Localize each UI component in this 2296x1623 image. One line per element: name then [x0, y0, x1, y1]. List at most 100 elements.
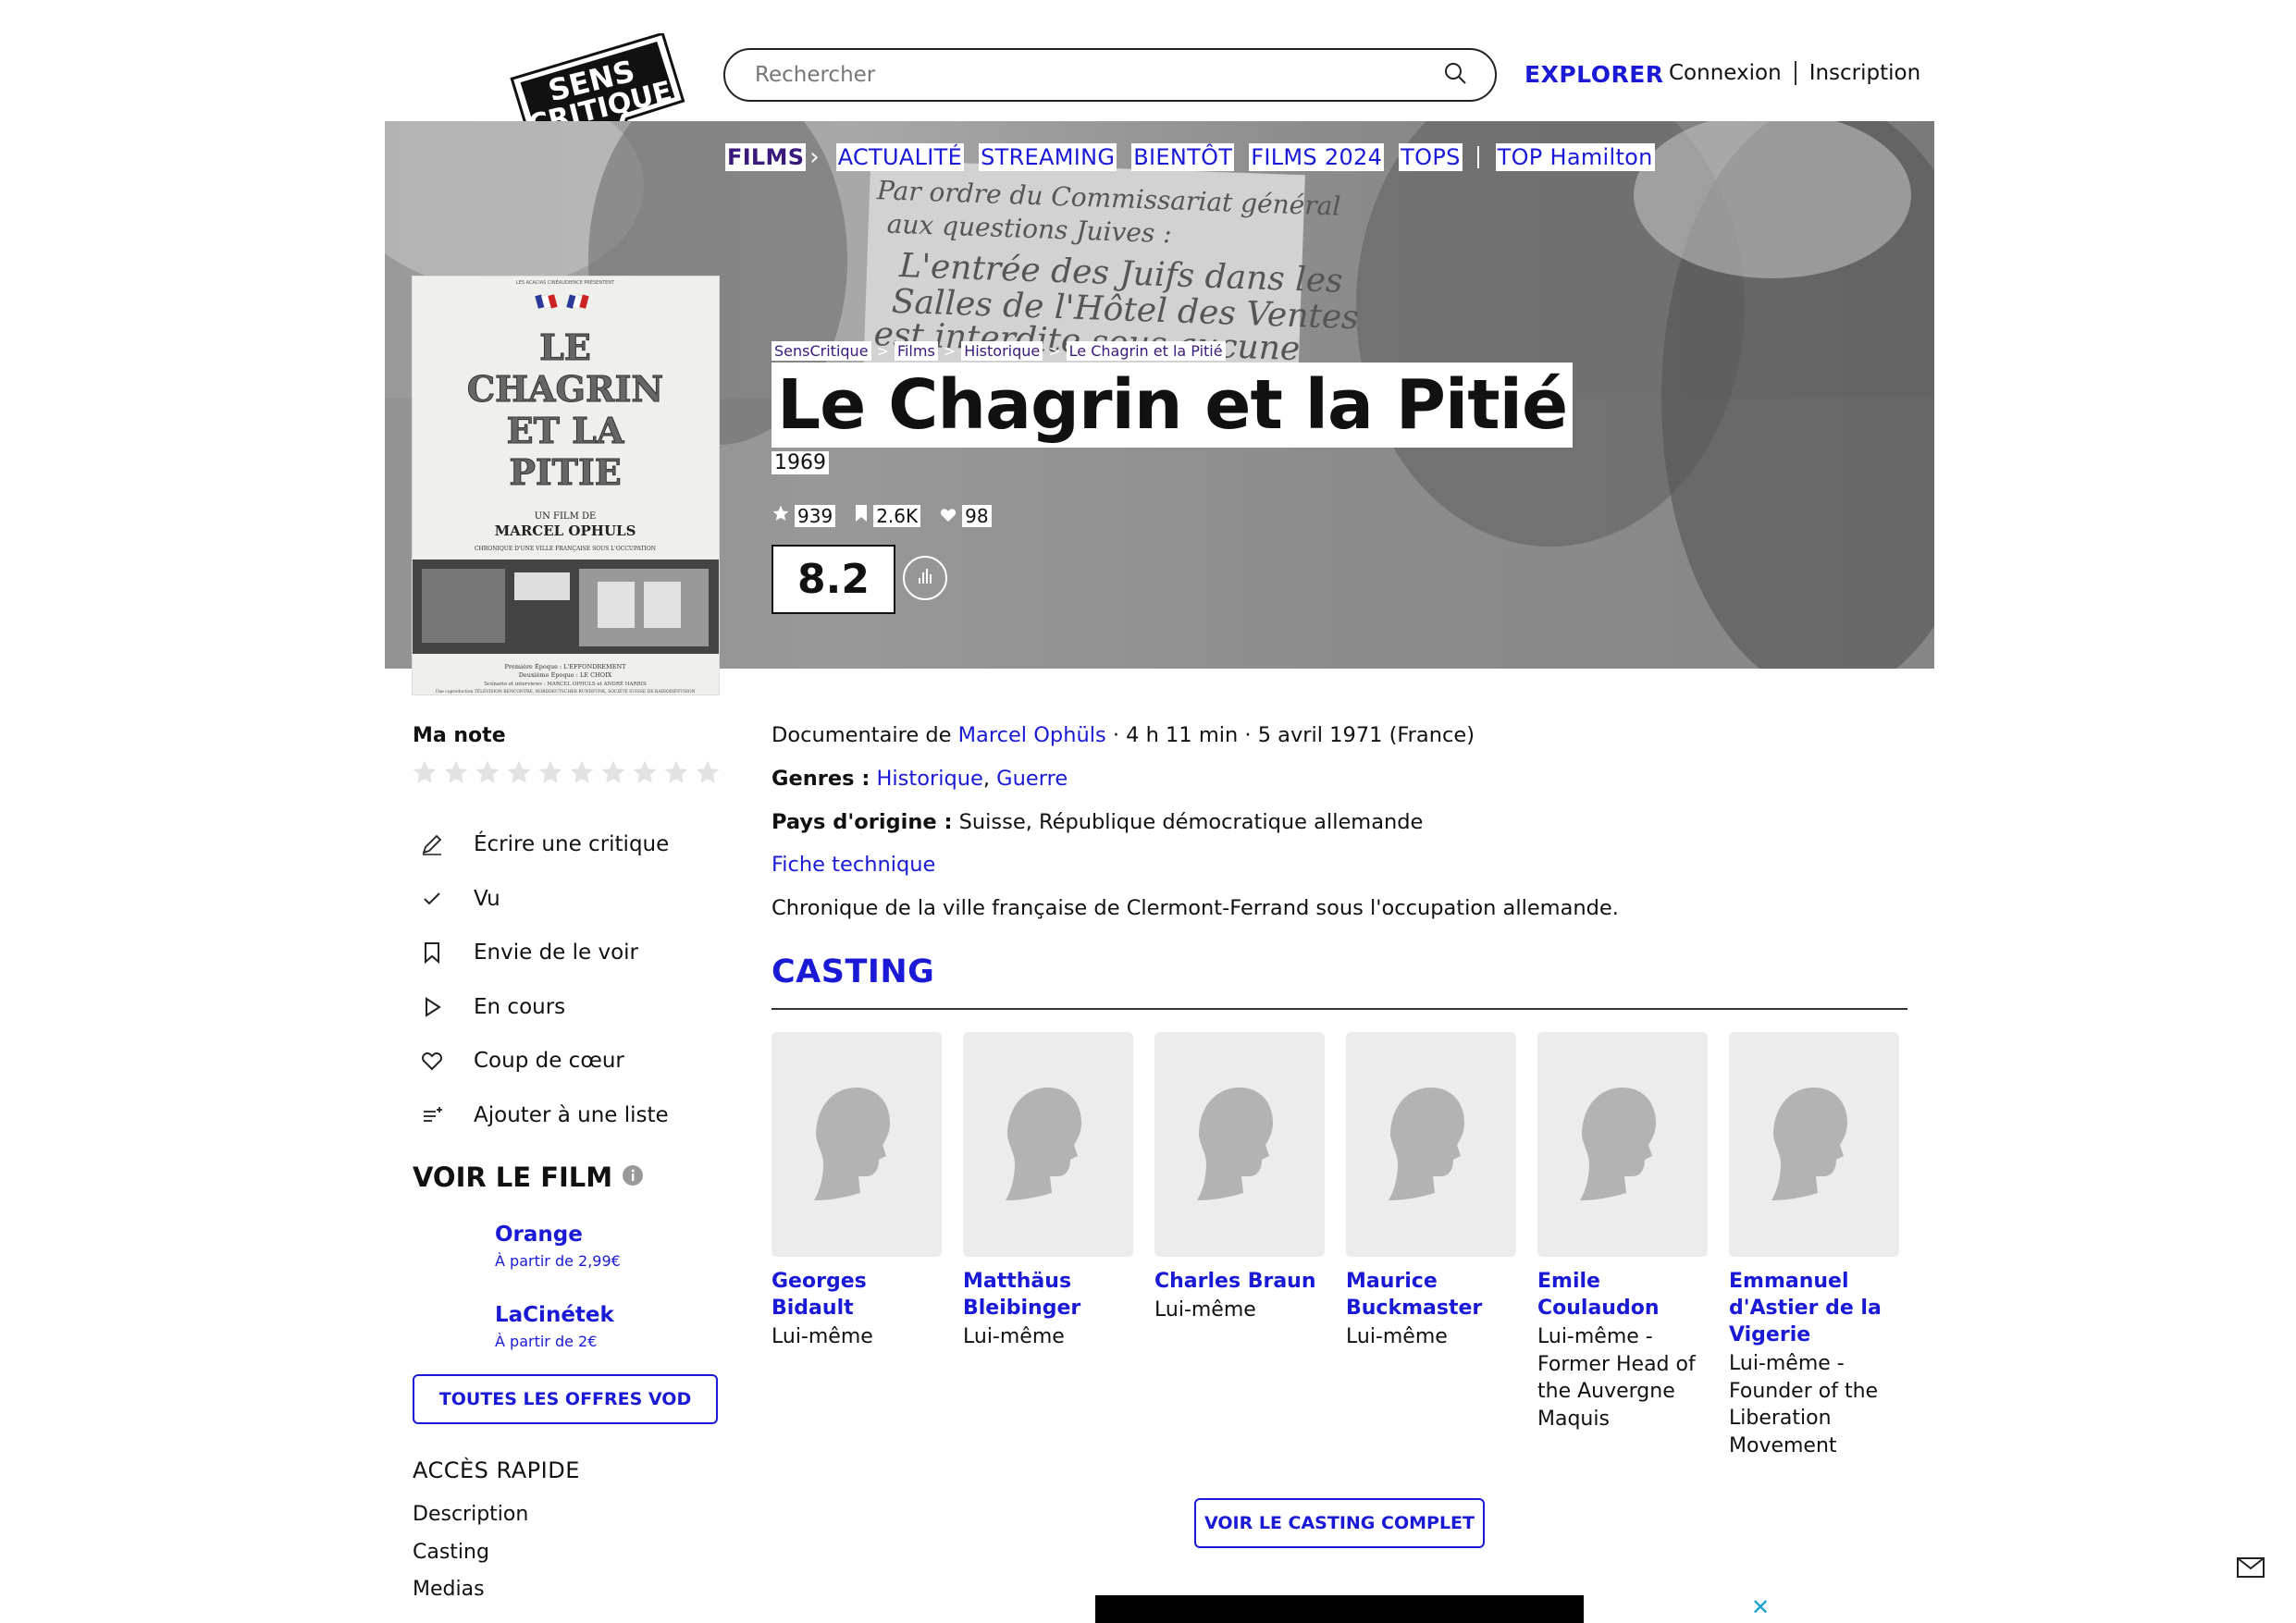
svg-text:LES ACACIAS CINÉAUDIENCE PRÉSE: LES ACACIAS CINÉAUDIENCE PRÉSENTENT [516, 278, 615, 286]
close-ad-icon[interactable]: ✕ [1751, 1594, 1770, 1620]
person-placeholder-icon [772, 1032, 942, 1257]
cast-member-name[interactable]: Matthäus Bleibinger [963, 1268, 1133, 1322]
nav-tops[interactable]: TOPS [1399, 143, 1463, 171]
star-icon [772, 504, 790, 527]
genre-link-guerre[interactable]: Guerre [996, 767, 1068, 791]
svg-text:CHAGRIN: CHAGRIN [467, 368, 663, 410]
cast-member-name[interactable]: Emile Coulaudon [1537, 1268, 1708, 1322]
average-score: 8.2 [772, 545, 895, 614]
search-input[interactable] [753, 62, 1443, 88]
rating-star-icon[interactable] [505, 758, 533, 790]
full-casting-button[interactable]: VOIR LE CASTING COMPLET [1194, 1498, 1485, 1548]
nav-films-2024[interactable]: FILMS 2024 [1249, 143, 1385, 171]
svg-text:Deuxième Époque : LE CHOIX: Deuxième Époque : LE CHOIX [519, 670, 612, 679]
cast-member-role: Lui-même - Founder of the Liberation Mov… [1729, 1352, 1879, 1457]
login-link[interactable]: Connexion [1669, 61, 1782, 85]
info-icon[interactable] [622, 1162, 644, 1193]
genre-link-historique[interactable]: Historique [876, 767, 982, 791]
mail-icon[interactable] [2237, 1557, 2265, 1581]
svg-text:CHRONIQUE D'UNE VILLE FRANÇAIS: CHRONIQUE D'UNE VILLE FRANÇAISE SOUS L'O… [475, 546, 656, 552]
vod-provider-name: Orange [495, 1223, 583, 1247]
play-icon [418, 993, 446, 1021]
casting-divider [772, 1008, 1907, 1010]
rating-star-icon[interactable] [631, 758, 659, 790]
cast-member-role: Lui-même [963, 1325, 1065, 1348]
rating-distribution-button[interactable] [903, 556, 947, 600]
rating-star-icon[interactable] [442, 758, 470, 790]
action-want-to-see[interactable]: Envie de le voir [418, 926, 669, 980]
rating-star-icon[interactable] [411, 758, 438, 790]
cast-member-role: Lui-même [772, 1325, 873, 1348]
heart-icon [939, 505, 957, 527]
rating-star-icon[interactable] [662, 758, 690, 790]
nav-top-hamilton[interactable]: TOP Hamilton [1495, 143, 1655, 171]
nav-actualite[interactable]: ACTUALITÉ [835, 143, 965, 171]
cast-member-card[interactable]: Matthäus Bleibinger Lui-même [963, 1032, 1133, 1351]
favorites-stat: 98 [939, 504, 992, 527]
rating-stars[interactable] [411, 758, 722, 790]
action-add-to-list[interactable]: Ajouter à une liste [418, 1088, 669, 1143]
breadcrumb-films[interactable]: Films [894, 341, 938, 361]
cast-member-name[interactable]: Charles Braun [1154, 1268, 1325, 1295]
quick-access-casting[interactable]: Casting [413, 1541, 489, 1564]
cast-member-name[interactable]: Emmanuel d'Astier de la Vigerie [1729, 1268, 1899, 1348]
svg-text:PITIE: PITIE [509, 451, 621, 493]
heart-icon [418, 1047, 446, 1075]
breadcrumb-current[interactable]: Le Chagrin et la Pitié [1066, 341, 1226, 361]
svg-text:LE: LE [539, 326, 591, 368]
watch-film-heading: VOIR LE FILM [413, 1162, 644, 1193]
action-favorite[interactable]: Coup de cœur [418, 1034, 669, 1088]
rating-star-icon[interactable] [568, 758, 596, 790]
cast-member-role: Lui-même [1154, 1298, 1256, 1322]
rating-star-icon[interactable] [599, 758, 627, 790]
search-icon[interactable] [1443, 61, 1467, 89]
rating-star-icon[interactable] [537, 758, 564, 790]
cast-member-card[interactable]: Charles Braun Lui-même [1154, 1032, 1325, 1324]
nav-bientot[interactable]: BIENTÔT [1131, 143, 1235, 171]
vod-offer-lacinetek[interactable]: LaCinétek À partir de 2€ [495, 1303, 614, 1350]
explorer-link[interactable]: EXPLORER [1524, 61, 1664, 88]
breadcrumb: SensCritique > Films > Historique > Le C… [772, 341, 1226, 361]
vod-provider-name: LaCinétek [495, 1303, 614, 1327]
vod-price: À partir de 2€ [495, 1333, 598, 1350]
quick-access-medias[interactable]: Medias [413, 1578, 485, 1601]
cast-member-name[interactable]: Maurice Buckmaster [1346, 1268, 1516, 1322]
action-seen[interactable]: Vu [418, 872, 669, 927]
rating-star-icon[interactable] [474, 758, 501, 790]
signup-link[interactable]: Inscription [1809, 61, 1921, 85]
bar-chart-icon [914, 565, 936, 591]
chevron-right-icon: › [809, 143, 820, 171]
ratings-stat: 939 [772, 504, 836, 527]
my-rating-label: Ma note [413, 724, 506, 747]
vod-offer-orange[interactable]: Orange À partir de 2,99€ [495, 1223, 621, 1270]
nav-streaming[interactable]: STREAMING [979, 143, 1117, 171]
cast-member-card[interactable]: Maurice Buckmaster Lui-même [1346, 1032, 1516, 1351]
nav-films[interactable]: FILMS [725, 143, 807, 171]
breadcrumb-historique[interactable]: Historique [961, 341, 1043, 361]
quick-access-description[interactable]: Description [413, 1503, 528, 1526]
cast-member-card[interactable]: Emmanuel d'Astier de la Vigerie Lui-même … [1729, 1032, 1899, 1459]
ad-banner[interactable] [1095, 1595, 1584, 1623]
main-nav: FILMS › ACTUALITÉ STREAMING BIENTÔT FILM… [725, 143, 1670, 171]
film-poster[interactable]: LES ACACIAS CINÉAUDIENCE PRÉSENTENT LE C… [413, 277, 719, 695]
casting-heading: CASTING [772, 953, 935, 990]
director-link[interactable]: Marcel Ophüls [958, 723, 1106, 747]
nav-separator [1476, 146, 1479, 168]
cast-member-role: Lui-même [1346, 1325, 1448, 1348]
person-placeholder-icon [963, 1032, 1133, 1257]
rating-star-icon[interactable] [694, 758, 722, 790]
action-in-progress[interactable]: En cours [418, 980, 669, 1035]
action-write-review[interactable]: Écrire une critique [418, 818, 669, 872]
svg-text:Première Époque : L'EFFONDREME: Première Époque : L'EFFONDREMENT [505, 662, 627, 670]
breadcrumb-senscritique[interactable]: SensCritique [772, 341, 871, 361]
technical-sheet-link[interactable]: Fiche technique [772, 853, 935, 877]
cast-member-card[interactable]: Emile Coulaudon Lui-même - Former Head of… [1537, 1032, 1708, 1432]
cast-member-name[interactable]: Georges Bidault [772, 1268, 942, 1322]
search-bar[interactable] [723, 48, 1497, 102]
bookmark-icon [418, 939, 446, 966]
cast-member-role: Lui-même - Former Head of the Auvergne M… [1537, 1325, 1696, 1431]
cast-member-card[interactable]: Georges Bidault Lui-même [772, 1032, 942, 1351]
all-vod-offers-button[interactable]: TOUTES LES OFFRES VOD [413, 1374, 718, 1424]
person-placeholder-icon [1729, 1032, 1899, 1257]
pencil-icon [418, 830, 446, 858]
